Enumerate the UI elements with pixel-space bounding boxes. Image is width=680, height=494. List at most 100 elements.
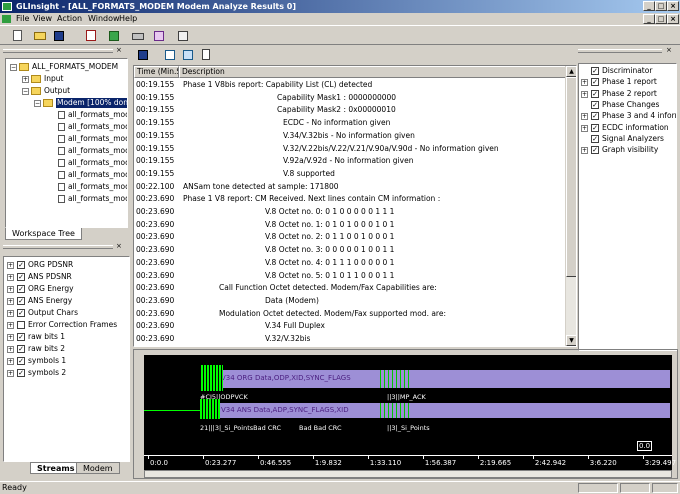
- table-row[interactable]: 00:19.155 V.32/V.22bis/V.22/V.21/V.90a/V.…: [134, 142, 564, 155]
- tab-modem[interactable]: Modem: [76, 462, 120, 474]
- signal-graph[interactable]: V34 ORG Data,ODP,XID,SYNC_FLAGS #CJ5||OD…: [144, 355, 676, 470]
- expand-icon[interactable]: +: [581, 124, 588, 132]
- table-row[interactable]: 00:19.155 ECDC - No information given: [134, 116, 564, 129]
- stream-checkbox[interactable]: ✓: [17, 309, 25, 317]
- table-row[interactable]: 00:19.155 V.8 supported: [134, 167, 564, 180]
- minimize-button[interactable]: _: [643, 1, 655, 11]
- expand-icon[interactable]: +: [7, 358, 14, 365]
- scroll-thumb[interactable]: [566, 77, 576, 277]
- table-row[interactable]: 00:23.690 V.32/V.32bis: [134, 332, 564, 345]
- table-row[interactable]: 00:19.155 V.92a/V.92d - No information gi…: [134, 154, 564, 167]
- expand-icon[interactable]: +: [7, 286, 14, 293]
- column-header-time[interactable]: Time (Min.Se: [134, 66, 179, 78]
- expand-icon[interactable]: +: [7, 310, 14, 317]
- scroll-down-arrow[interactable]: ▼: [566, 335, 576, 346]
- table-row[interactable]: 00:23.690 V.8 Octet no. 0: 0 1 0 0 0 0 0 …: [134, 205, 564, 218]
- properties-icon[interactable]: [152, 29, 167, 43]
- pane-close-icon[interactable]: ×: [666, 47, 674, 55]
- stream-checkbox[interactable]: ✓: [17, 357, 25, 365]
- table-row[interactable]: 00:23.690 V.8 Octet no. 3: 0 0 0 0 0 1 0 …: [134, 243, 564, 256]
- tree-item-file[interactable]: all_formats_mod: [68, 194, 127, 204]
- stream-checkbox[interactable]: ✓: [17, 333, 25, 341]
- edit-icon[interactable]: [199, 48, 214, 62]
- child-close-button[interactable]: ×: [667, 14, 679, 24]
- expand-icon[interactable]: +: [7, 274, 14, 281]
- stream-checkbox[interactable]: [17, 321, 25, 329]
- pane-close-icon[interactable]: ×: [116, 243, 124, 251]
- graph-scrollbar[interactable]: [144, 470, 672, 478]
- option-checkbox[interactable]: ✓: [591, 67, 599, 75]
- tab-workspace-tree[interactable]: Workspace Tree: [5, 228, 82, 240]
- option-checkbox[interactable]: ✓: [591, 78, 599, 87]
- table-row[interactable]: 00:19.155 V.34/V.32bis - No information g…: [134, 129, 564, 142]
- analyze-icon[interactable]: [107, 29, 122, 43]
- tree-item-file[interactable]: all_formats_mod: [68, 182, 127, 192]
- expand-icon[interactable]: +: [7, 262, 14, 269]
- tree-item-input[interactable]: Input: [44, 74, 63, 84]
- graph-handle[interactable]: [137, 352, 144, 472]
- stream-checkbox[interactable]: ✓: [17, 261, 25, 269]
- table-row[interactable]: 00:23.690 Phase 1 V8 report: CM Received.…: [134, 192, 564, 205]
- report-icon[interactable]: [84, 29, 99, 43]
- child-restore-button[interactable]: □: [655, 14, 667, 24]
- expand-icon[interactable]: +: [7, 322, 14, 329]
- table-row[interactable]: 00:19.155 Capability Mask2 : 0x00000010: [134, 103, 564, 116]
- maximize-button[interactable]: □: [655, 1, 667, 11]
- save-results-icon[interactable]: [136, 48, 151, 62]
- table-row[interactable]: 00:23.690 Modulation Octet detected. Mode…: [134, 307, 564, 320]
- table-row[interactable]: 00:19.155 Capability Mask1 : 0000000000: [134, 91, 564, 104]
- expand-icon[interactable]: +: [581, 113, 588, 121]
- menu-help[interactable]: Help: [119, 14, 137, 23]
- menu-view[interactable]: View: [33, 14, 52, 23]
- scroll-up-arrow[interactable]: ▲: [566, 66, 576, 77]
- stream-checkbox[interactable]: ✓: [17, 345, 25, 353]
- stream-checkbox[interactable]: ✓: [17, 273, 25, 281]
- table-row[interactable]: 00:23.690 V.8 Octet no. 2: 0 1 1 0 0 1 0 …: [134, 230, 564, 243]
- tree-item-file[interactable]: all_formats_mod: [68, 122, 127, 132]
- child-minimize-button[interactable]: _: [643, 14, 655, 24]
- pane-close-icon[interactable]: ×: [116, 47, 124, 55]
- close-button[interactable]: ×: [667, 1, 679, 11]
- graph-view-icon[interactable]: [163, 48, 178, 62]
- stream-checkbox[interactable]: ✓: [17, 297, 25, 305]
- help-icon[interactable]: [176, 29, 191, 43]
- table-row[interactable]: 00:23.690 Call Function Octet detected. M…: [134, 281, 564, 294]
- table-row[interactable]: 00:22.100 ANSam tone detected at sample: …: [134, 180, 564, 193]
- tree-item-root[interactable]: ALL_FORMATS_MODEM: [32, 62, 118, 72]
- expand-icon[interactable]: +: [7, 346, 14, 353]
- table-row[interactable]: 00:23.690 V.8 Octet no. 4: 0 1 1 1 0 0 0 …: [134, 256, 564, 269]
- results-scrollbar[interactable]: ▲ ▼: [565, 66, 576, 346]
- option-checkbox[interactable]: ✓: [591, 134, 599, 143]
- tree-item-file[interactable]: all_formats_mod: [68, 146, 127, 156]
- stream-checkbox[interactable]: ✓: [17, 369, 25, 377]
- option-checkbox[interactable]: ✓: [591, 89, 599, 98]
- menu-window[interactable]: Window: [88, 14, 120, 23]
- split-view-icon[interactable]: [181, 48, 196, 62]
- column-header-description[interactable]: Description: [179, 66, 566, 78]
- expand-icon[interactable]: +: [7, 334, 14, 341]
- table-row[interactable]: 00:19.155 Phase 1 V8bis report: Capabilit…: [134, 78, 564, 91]
- expand-icon[interactable]: +: [581, 147, 588, 155]
- menu-action[interactable]: Action: [57, 14, 82, 23]
- print-icon[interactable]: [131, 29, 146, 43]
- expand-icon[interactable]: +: [581, 79, 588, 87]
- table-row[interactable]: 00:23.690 V.8 Octet no. 1: 0 1 0 1 0 0 0 …: [134, 218, 564, 231]
- option-checkbox[interactable]: ✓: [591, 146, 599, 155]
- tree-item-file[interactable]: all_formats_mod: [68, 158, 127, 168]
- table-row[interactable]: 00:23.690 V.34 Full Duplex: [134, 319, 564, 332]
- option-checkbox[interactable]: ✓: [591, 123, 599, 132]
- tree-item-file[interactable]: all_formats_mod: [68, 110, 127, 120]
- tree-item-output[interactable]: Output: [44, 86, 70, 96]
- save-icon[interactable]: [52, 29, 67, 43]
- tree-item-modem[interactable]: Modem [100% done: [56, 98, 127, 108]
- open-folder-icon[interactable]: [33, 29, 48, 43]
- tree-item-file[interactable]: all_formats_mod: [68, 170, 127, 180]
- expand-icon[interactable]: +: [7, 298, 14, 305]
- stream-checkbox[interactable]: ✓: [17, 285, 25, 293]
- new-file-icon[interactable]: [10, 29, 25, 43]
- menu-file[interactable]: File: [16, 14, 29, 23]
- child-window-icon[interactable]: [2, 15, 11, 23]
- tree-item-file[interactable]: all_formats_mod: [68, 134, 127, 144]
- table-row[interactable]: 00:23.690 V.8 Octet no. 5: 0 1 0 1 1 0 0 …: [134, 269, 564, 282]
- expand-icon[interactable]: +: [7, 370, 14, 377]
